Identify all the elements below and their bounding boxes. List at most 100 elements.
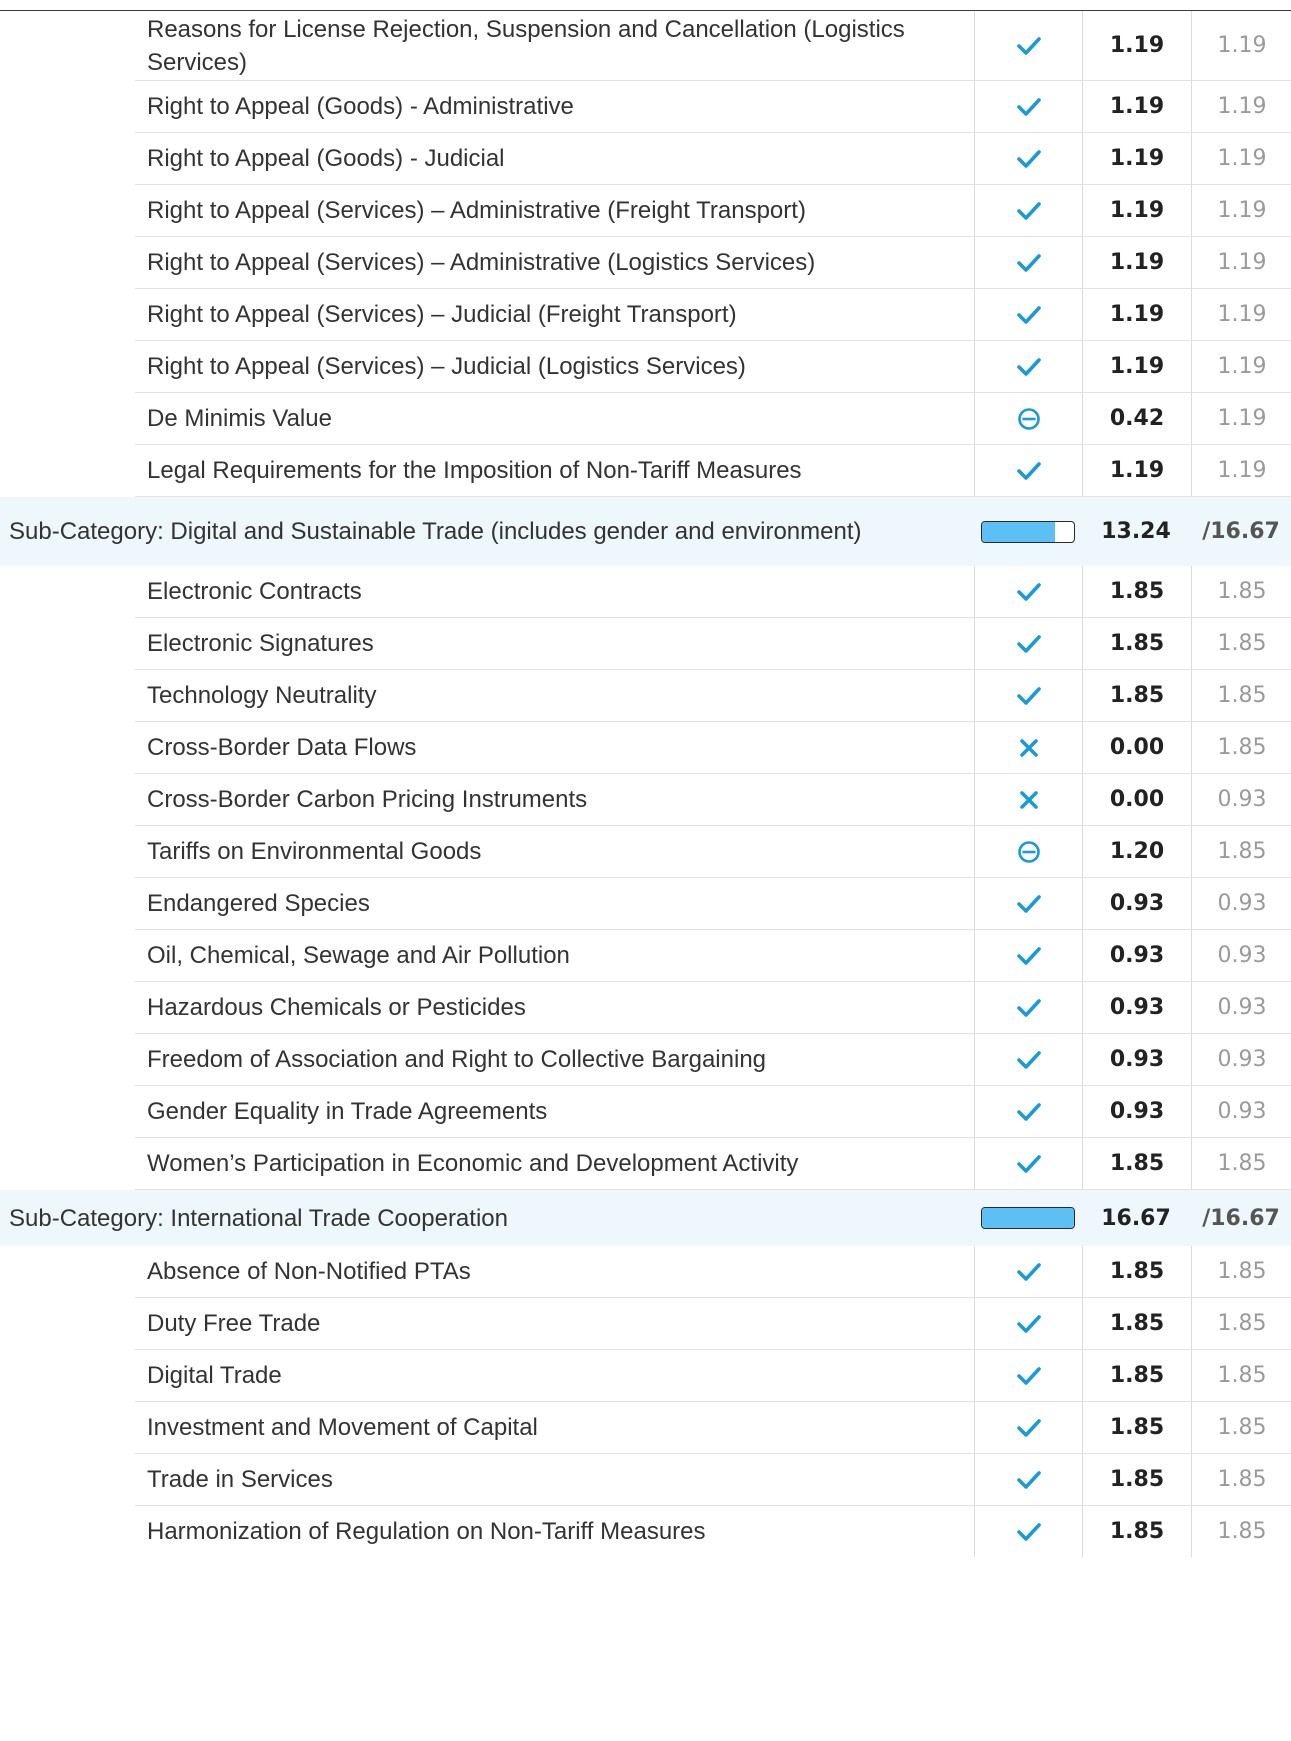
score-cell: 1.85 <box>1082 1454 1191 1505</box>
label-cell: Digital Trade <box>147 1350 972 1401</box>
status-cell <box>974 826 1083 877</box>
max-score-value: 0.93 <box>1217 1099 1267 1124</box>
max-score-value: /16.67 <box>1202 519 1280 544</box>
score-value: 1.85 <box>1109 1151 1165 1176</box>
check-icon <box>1016 252 1042 274</box>
max-score-cell: 1.19 <box>1191 341 1291 392</box>
label-cell: Right to Appeal (Services) – Administrat… <box>147 185 972 236</box>
max-score-cell: /16.67 <box>1191 1190 1291 1246</box>
score-cell: 1.19 <box>1082 237 1191 288</box>
indicator-name: Right to Appeal (Services) – Judicial (L… <box>147 353 746 380</box>
table-row: Right to Appeal (Goods) - Judicial 1.19 1.… <box>135 133 1291 185</box>
indicator-name: Gender Equality in Trade Agreements <box>147 1098 548 1125</box>
label-cell: De Minimis Value <box>147 393 972 444</box>
status-cell <box>974 1086 1083 1137</box>
max-score-value: 1.85 <box>1217 1519 1267 1544</box>
label-cell: Women’s Participation in Economic and De… <box>147 1138 972 1189</box>
status-cell <box>974 11 1083 80</box>
max-score-value: /16.67 <box>1202 1205 1280 1231</box>
score-cell: 0.93 <box>1082 1086 1191 1137</box>
table-row: Women’s Participation in Economic and De… <box>135 1138 1291 1190</box>
status-cell <box>974 237 1083 288</box>
check-icon <box>1016 1101 1042 1123</box>
max-score-cell: 1.85 <box>1191 618 1291 669</box>
max-score-value: 1.19 <box>1217 354 1267 379</box>
status-cell <box>974 445 1083 496</box>
indicator-name: Electronic Signatures <box>147 630 374 657</box>
score-cell: 16.67 <box>1082 1190 1190 1246</box>
max-score-value: 0.93 <box>1217 891 1267 916</box>
indicator-name: Right to Appeal (Services) – Judicial (F… <box>147 301 737 328</box>
indicator-name: Investment and Movement of Capital <box>147 1414 538 1441</box>
max-score-cell: 1.85 <box>1191 1506 1291 1557</box>
score-cell: 1.19 <box>1082 185 1191 236</box>
indicator-name: Absence of Non-Notified PTAs <box>147 1258 471 1285</box>
max-score-value: 1.19 <box>1217 406 1267 431</box>
table-row: Electronic Contracts 1.85 1.85 <box>135 566 1291 618</box>
score-cell: 1.85 <box>1082 1402 1191 1453</box>
status-cell <box>974 81 1083 132</box>
status-cell <box>974 1034 1083 1085</box>
table-row: Gender Equality in Trade Agreements 0.93 0… <box>135 1086 1291 1138</box>
table-row: Legal Requirements for the Imposition of… <box>135 445 1291 497</box>
check-icon <box>1016 1521 1042 1543</box>
max-score-value: 0.93 <box>1217 995 1267 1020</box>
score-value: 1.19 <box>1109 33 1165 58</box>
max-score-value: 1.19 <box>1217 94 1267 119</box>
status-cell <box>974 185 1083 236</box>
max-score-cell: 1.19 <box>1191 237 1291 288</box>
label-cell: Absence of Non-Notified PTAs <box>147 1246 972 1297</box>
indicator-name: Trade in Services <box>147 1466 333 1493</box>
max-score-cell: 0.93 <box>1191 1086 1291 1137</box>
cross-icon <box>1019 790 1039 810</box>
table-row: Endangered Species 0.93 0.93 <box>135 878 1291 930</box>
table-row: Digital Trade 1.85 1.85 <box>135 1350 1291 1402</box>
table-row: Reasons for License Rejection, Suspensio… <box>135 11 1291 81</box>
check-icon <box>1016 685 1042 707</box>
score-value: 13.24 <box>1101 519 1171 544</box>
indicator-name: Harmonization of Regulation on Non-Tarif… <box>147 1518 706 1545</box>
max-score-cell: 1.85 <box>1191 1246 1291 1297</box>
score-cell: 0.93 <box>1082 930 1191 981</box>
score-value: 1.19 <box>1109 146 1165 171</box>
score-cell: 1.85 <box>1082 1246 1191 1297</box>
status-cell <box>974 1298 1083 1349</box>
max-score-cell: 1.19 <box>1191 185 1291 236</box>
check-icon <box>1016 1261 1042 1283</box>
max-score-cell: /16.67 <box>1191 497 1291 566</box>
indicator-name: Legal Requirements for the Imposition of… <box>147 457 802 484</box>
status-cell <box>974 566 1083 617</box>
max-score-cell: 1.19 <box>1191 393 1291 444</box>
table-row: Oil, Chemical, Sewage and Air Pollution 0… <box>135 930 1291 982</box>
max-score-value: 1.85 <box>1217 735 1267 760</box>
check-icon <box>1016 1313 1042 1335</box>
max-score-cell: 1.19 <box>1191 11 1291 80</box>
table-row: Right to Appeal (Services) – Administrat… <box>135 185 1291 237</box>
max-score-cell: 0.93 <box>1191 930 1291 981</box>
status-cell <box>974 930 1083 981</box>
status-cell <box>974 722 1083 773</box>
score-cell: 0.42 <box>1082 393 1191 444</box>
status-cell <box>974 1454 1083 1505</box>
label-cell: Tariffs on Environmental Goods <box>147 826 972 877</box>
indicator-name: Hazardous Chemicals or Pesticides <box>147 994 526 1021</box>
score-cell: 1.85 <box>1082 1298 1191 1349</box>
indicator-name: Electronic Contracts <box>147 578 362 605</box>
table-row: Technology Neutrality 1.85 1.85 <box>135 670 1291 722</box>
indicator-name: Cross-Border Data Flows <box>147 734 417 761</box>
max-score-cell: 1.85 <box>1191 566 1291 617</box>
score-value: 16.67 <box>1101 1205 1171 1231</box>
score-cell: 13.24 <box>1082 497 1190 566</box>
max-score-value: 1.85 <box>1217 683 1267 708</box>
table-row: Right to Appeal (Goods) - Administrative… <box>135 81 1291 133</box>
indicator-name: Right to Appeal (Goods) - Judicial <box>147 145 505 172</box>
check-icon <box>1016 356 1042 378</box>
max-score-cell: 1.85 <box>1191 1350 1291 1401</box>
score-value: 1.85 <box>1109 1519 1165 1544</box>
score-value: 0.93 <box>1109 1099 1165 1124</box>
max-score-cell: 1.85 <box>1191 722 1291 773</box>
indicator-name: Oil, Chemical, Sewage and Air Pollution <box>147 942 570 969</box>
progress-bar-fill <box>982 521 1056 542</box>
score-value: 0.93 <box>1109 1047 1165 1072</box>
score-value: 1.19 <box>1109 302 1165 327</box>
